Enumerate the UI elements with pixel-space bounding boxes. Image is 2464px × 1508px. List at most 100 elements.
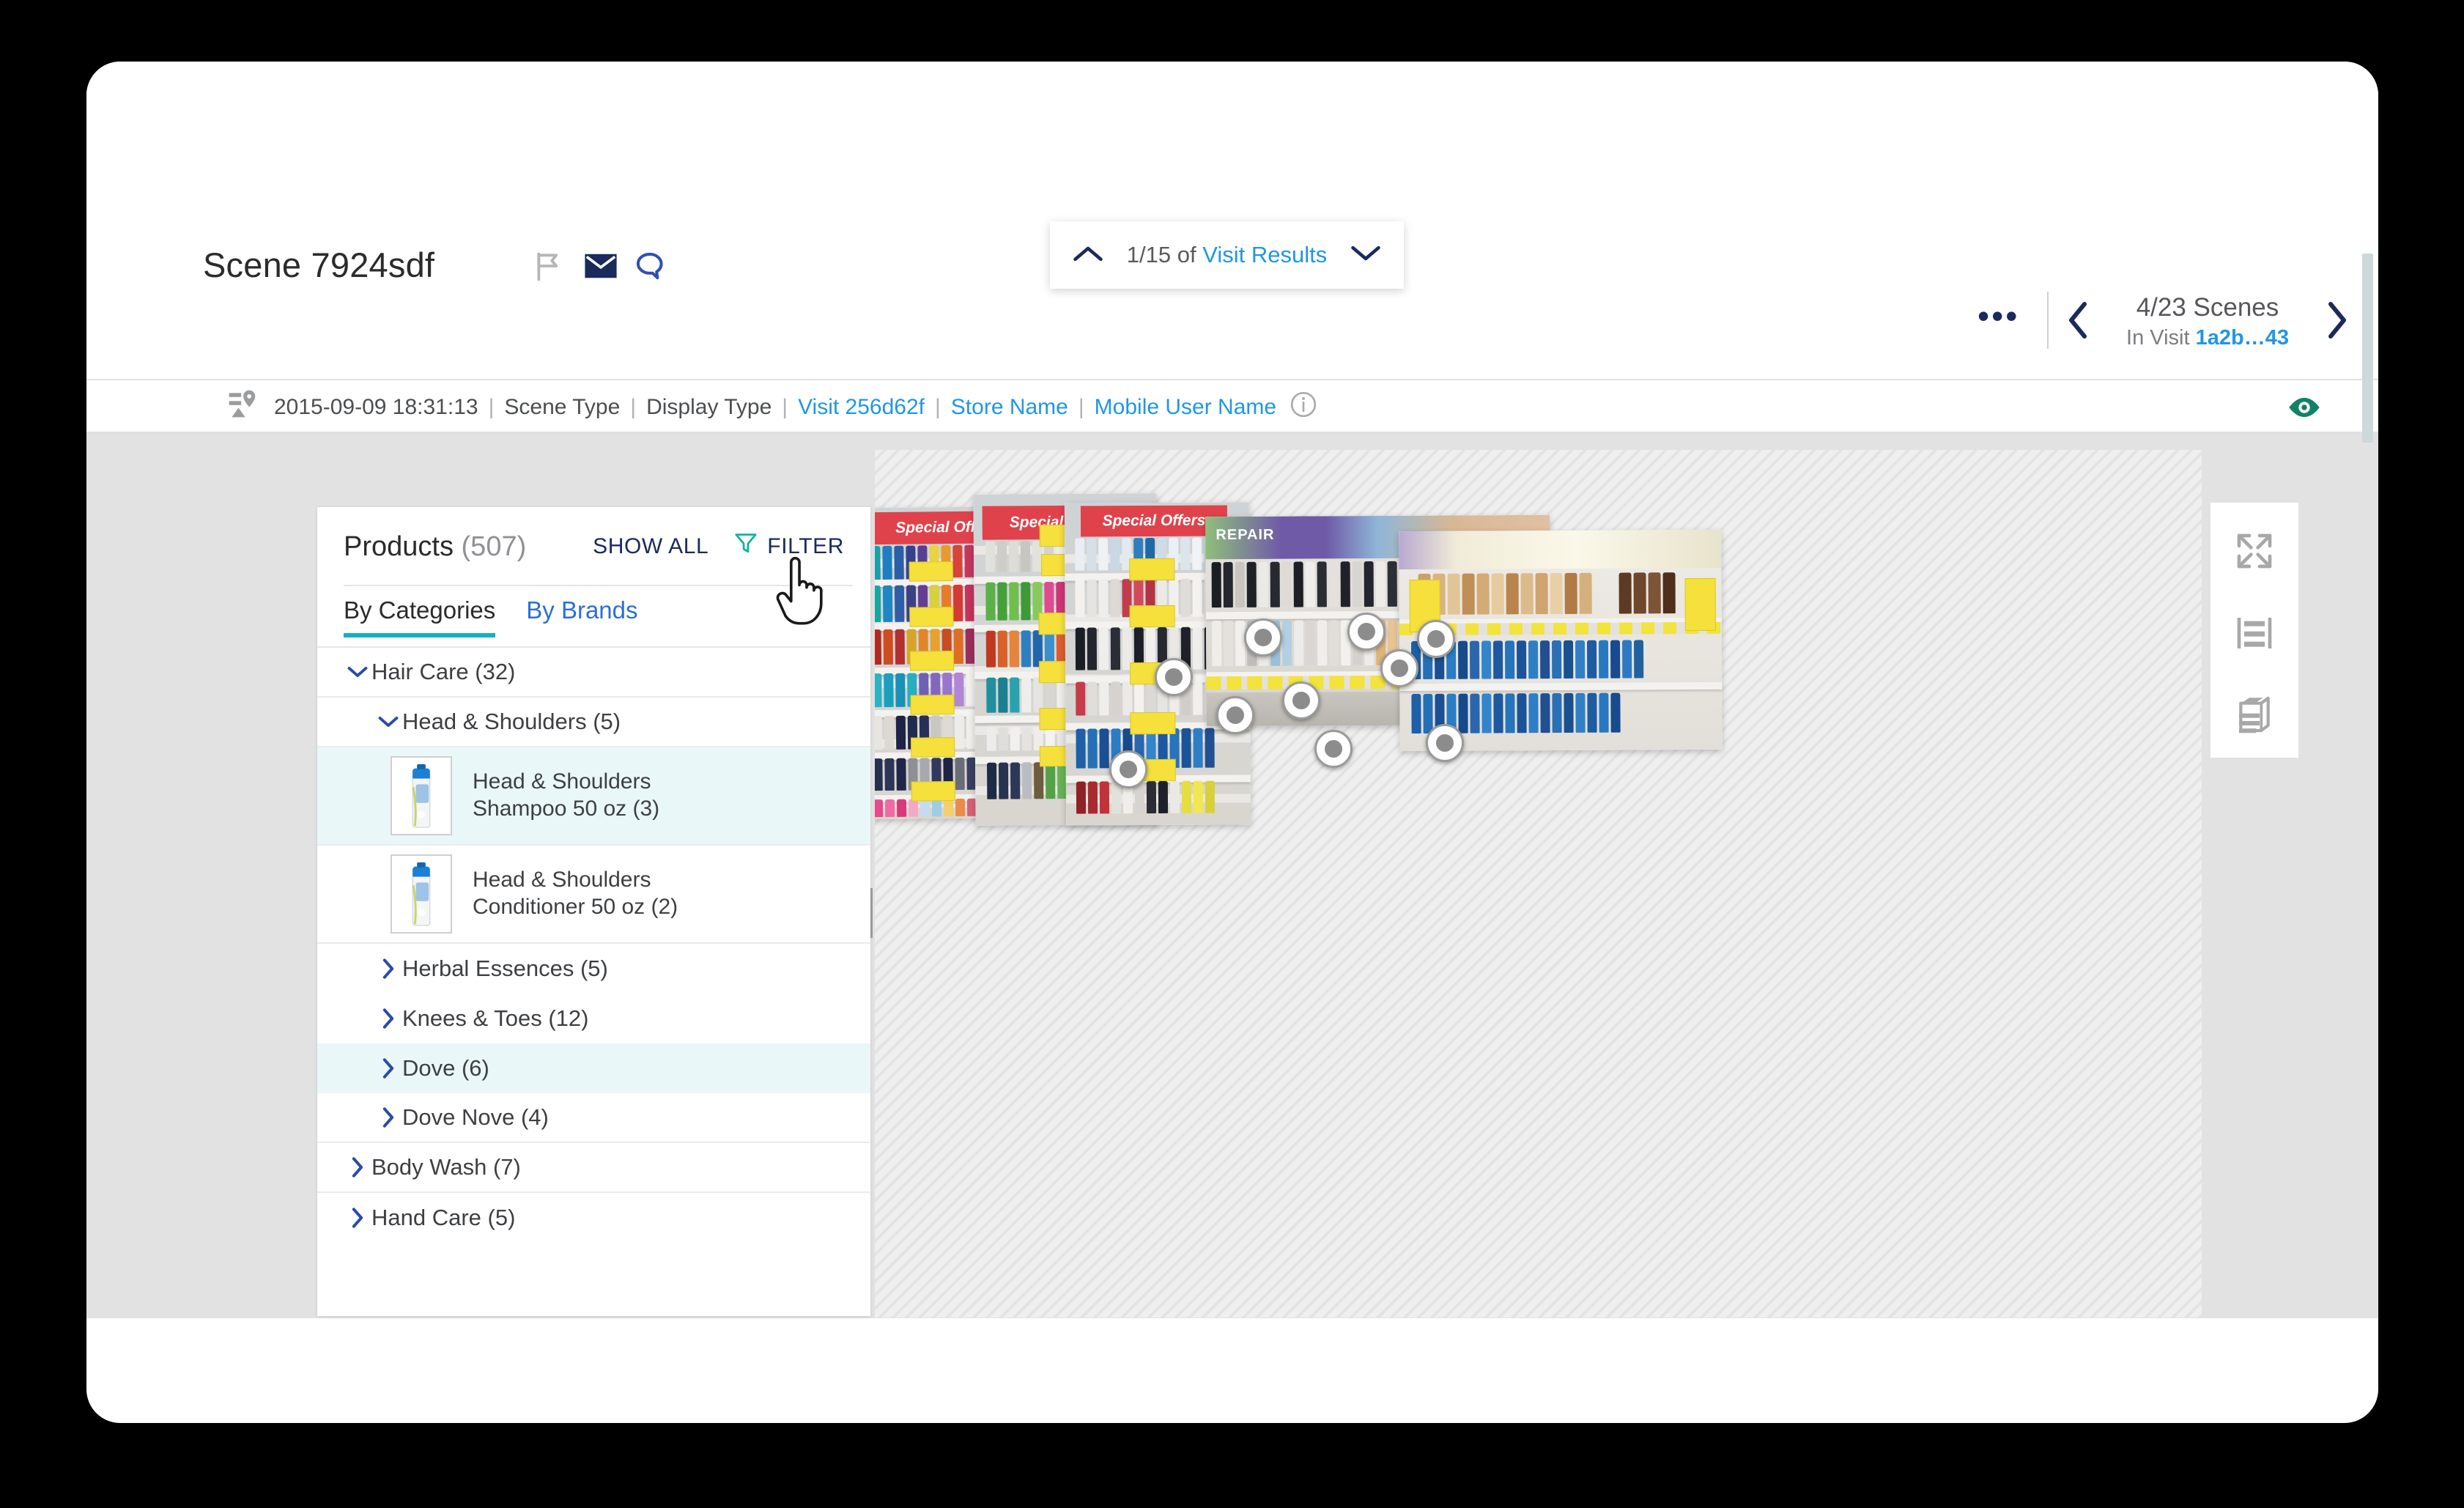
product-row-conditioner[interactable]: Head & Shoulders Conditioner 50 oz (2) (317, 846, 870, 944)
product-marker[interactable] (1109, 750, 1147, 788)
tree-node-knees-and-toes[interactable]: Knees & Toes (12) (317, 994, 870, 1043)
product-marker[interactable] (1417, 620, 1455, 658)
show-all-button[interactable]: SHOW ALL (593, 534, 709, 559)
chevron-right-icon (344, 1207, 371, 1229)
visit-results-label: 1/15 of Visit Results (1127, 242, 1327, 268)
nav-divider (2047, 292, 2049, 349)
shelf-layout-icon[interactable] (2231, 610, 2278, 657)
visit-results-prev-button[interactable] (1072, 244, 1104, 267)
tree-node-dove[interactable]: Dove (6) (317, 1043, 870, 1093)
page-title: Scene 7924sdf (203, 245, 434, 285)
scene-location-icon (226, 388, 259, 424)
product-name-line2: Shampoo 50 oz (3) (473, 796, 659, 821)
chevron-right-icon (374, 1008, 402, 1030)
tree-node-label: Hand Care (5) (371, 1205, 515, 1231)
in-visit-prefix: In Visit (2126, 326, 2196, 350)
mobile-user-link[interactable]: Mobile User Name (1095, 395, 1276, 420)
more-options-button[interactable]: ••• (1978, 308, 2019, 323)
price-tag (1130, 605, 1175, 627)
product-name-line1: Head & Shoulders (473, 868, 651, 892)
price-tag (1129, 558, 1174, 580)
chevron-right-icon (374, 1057, 402, 1079)
tab-by-brands[interactable]: By Brands (526, 586, 637, 636)
scene-image-canvas[interactable]: Special Offers (875, 450, 2202, 1317)
tree-node-hair-care[interactable]: Hair Care (32) (317, 648, 870, 698)
scene-meta-text: 2015-09-09 18:31:13 | Scene Type | Displ… (274, 391, 1317, 424)
visit-id-link[interactable]: 1a2b…43 (2196, 326, 2289, 350)
scene-pager: 4/23 Scenes In Visit 1a2b…43 (2065, 285, 2350, 358)
info-icon[interactable] (1290, 391, 1317, 424)
price-tag (1685, 578, 1716, 631)
product-name-line2: Conditioner 50 oz (2) (473, 895, 678, 919)
products-title: Products (507) (344, 531, 526, 563)
eye-icon[interactable] (2287, 396, 2321, 422)
products-count: (507) (462, 531, 527, 562)
products-panel-header: Products (507) SHOW ALL FILTER (317, 507, 870, 586)
visit-results-position: 1/15 of (1127, 242, 1202, 267)
tree-node-label: Knees & Toes (12) (402, 1005, 588, 1032)
tree-node-label: Dove (6) (402, 1055, 489, 1082)
visit-link[interactable]: Visit 256d62f (798, 395, 925, 420)
scene-pager-text: 4/23 Scenes In Visit 1a2b…43 (2126, 292, 2289, 352)
product-thumbnail (391, 854, 452, 934)
tab-by-categories[interactable]: By Categories (344, 586, 495, 636)
products-panel-actions: SHOW ALL FILTER (593, 531, 844, 562)
tree-node-herbal-essences[interactable]: Herbal Essences (5) (317, 944, 870, 994)
visit-results-link[interactable]: Visit Results (1202, 242, 1327, 267)
product-marker[interactable] (1380, 649, 1418, 687)
price-tag (911, 781, 955, 802)
expand-fullscreen-icon[interactable] (2231, 528, 2278, 574)
filter-button[interactable]: FILTER (733, 531, 844, 562)
app-screen: Scene 7924sdf (86, 62, 2378, 1423)
price-tag (909, 561, 953, 582)
planogram-3d-icon[interactable] (2231, 692, 2278, 739)
comment-icon[interactable] (633, 249, 667, 287)
flag-icon[interactable] (533, 249, 566, 287)
products-scrollbar-thumb[interactable] (2362, 254, 2373, 443)
chevron-right-icon (344, 1156, 371, 1178)
meta-separator: | (1079, 395, 1084, 420)
filter-label: FILTER (767, 534, 844, 559)
product-category-tree: Hair Care (32) Head & Shoulders (5) (317, 648, 870, 1316)
price-tag (910, 651, 954, 671)
product-marker[interactable] (1426, 724, 1464, 762)
display-type-label: Display Type (646, 395, 772, 420)
store-name-link[interactable]: Store Name (951, 395, 1068, 420)
scene-visit-label: In Visit 1a2b…43 (2126, 325, 2289, 352)
scene-toolbar (2210, 503, 2298, 758)
tree-node-head-and-shoulders[interactable]: Head & Shoulders (5) (317, 698, 870, 747)
products-panel-tabs: By Categories By Brands (317, 586, 870, 648)
price-tag (910, 695, 954, 715)
visit-results-next-button[interactable] (1350, 244, 1382, 267)
tree-node-dove-nove[interactable]: Dove Nove (4) (317, 1093, 870, 1143)
scene-prev-button[interactable] (2065, 301, 2093, 343)
device-frame: Scene 7924sdf (0, 0, 2464, 1508)
meta-separator: | (630, 395, 636, 420)
tree-node-body-wash[interactable]: Body Wash (7) (317, 1143, 870, 1193)
products-title-text: Products (344, 531, 454, 562)
chevron-right-icon (374, 958, 402, 980)
mail-icon[interactable] (583, 249, 618, 287)
visit-results-pager: 1/15 of Visit Results (1050, 221, 1404, 289)
tree-node-label: Herbal Essences (5) (402, 956, 608, 982)
product-marker[interactable] (1347, 613, 1385, 651)
scene-timestamp: 2015-09-09 18:31:13 (274, 395, 478, 420)
scene-count-label: 4/23 Scenes (2126, 292, 2289, 325)
price-tag (911, 737, 955, 758)
meta-separator: | (935, 395, 941, 420)
chevron-down-icon (374, 715, 402, 728)
product-marker[interactable] (1282, 681, 1320, 720)
product-marker[interactable] (1155, 658, 1193, 696)
product-marker[interactable] (1216, 696, 1254, 734)
product-row-shampoo[interactable]: Head & Shoulders Shampoo 50 oz (3) (317, 747, 870, 846)
chevron-right-icon (374, 1106, 402, 1128)
scene-meta-bar: 2015-09-09 18:31:13 | Scene Type | Displ… (86, 380, 2378, 430)
tree-node-label: Body Wash (7) (371, 1154, 521, 1180)
product-marker[interactable] (1314, 730, 1353, 768)
tree-node-label: Head & Shoulders (5) (402, 709, 621, 735)
product-marker[interactable] (1244, 618, 1282, 657)
tree-node-label: Hair Care (32) (371, 659, 515, 685)
tree-node-hand-care[interactable]: Hand Care (5) (317, 1193, 870, 1243)
scene-next-button[interactable] (2323, 301, 2350, 343)
product-name: Head & Shoulders Conditioner 50 oz (2) (473, 867, 678, 920)
